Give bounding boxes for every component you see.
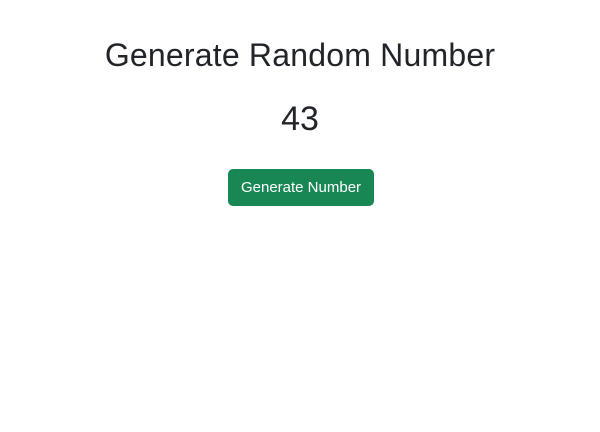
generate-number-button[interactable]: Generate Number	[228, 169, 374, 206]
page-title: Generate Random Number	[104, 37, 496, 73]
random-number-display: 43	[281, 100, 319, 138]
page: Generate Random Number 43 Generate Numbe…	[0, 0, 600, 432]
